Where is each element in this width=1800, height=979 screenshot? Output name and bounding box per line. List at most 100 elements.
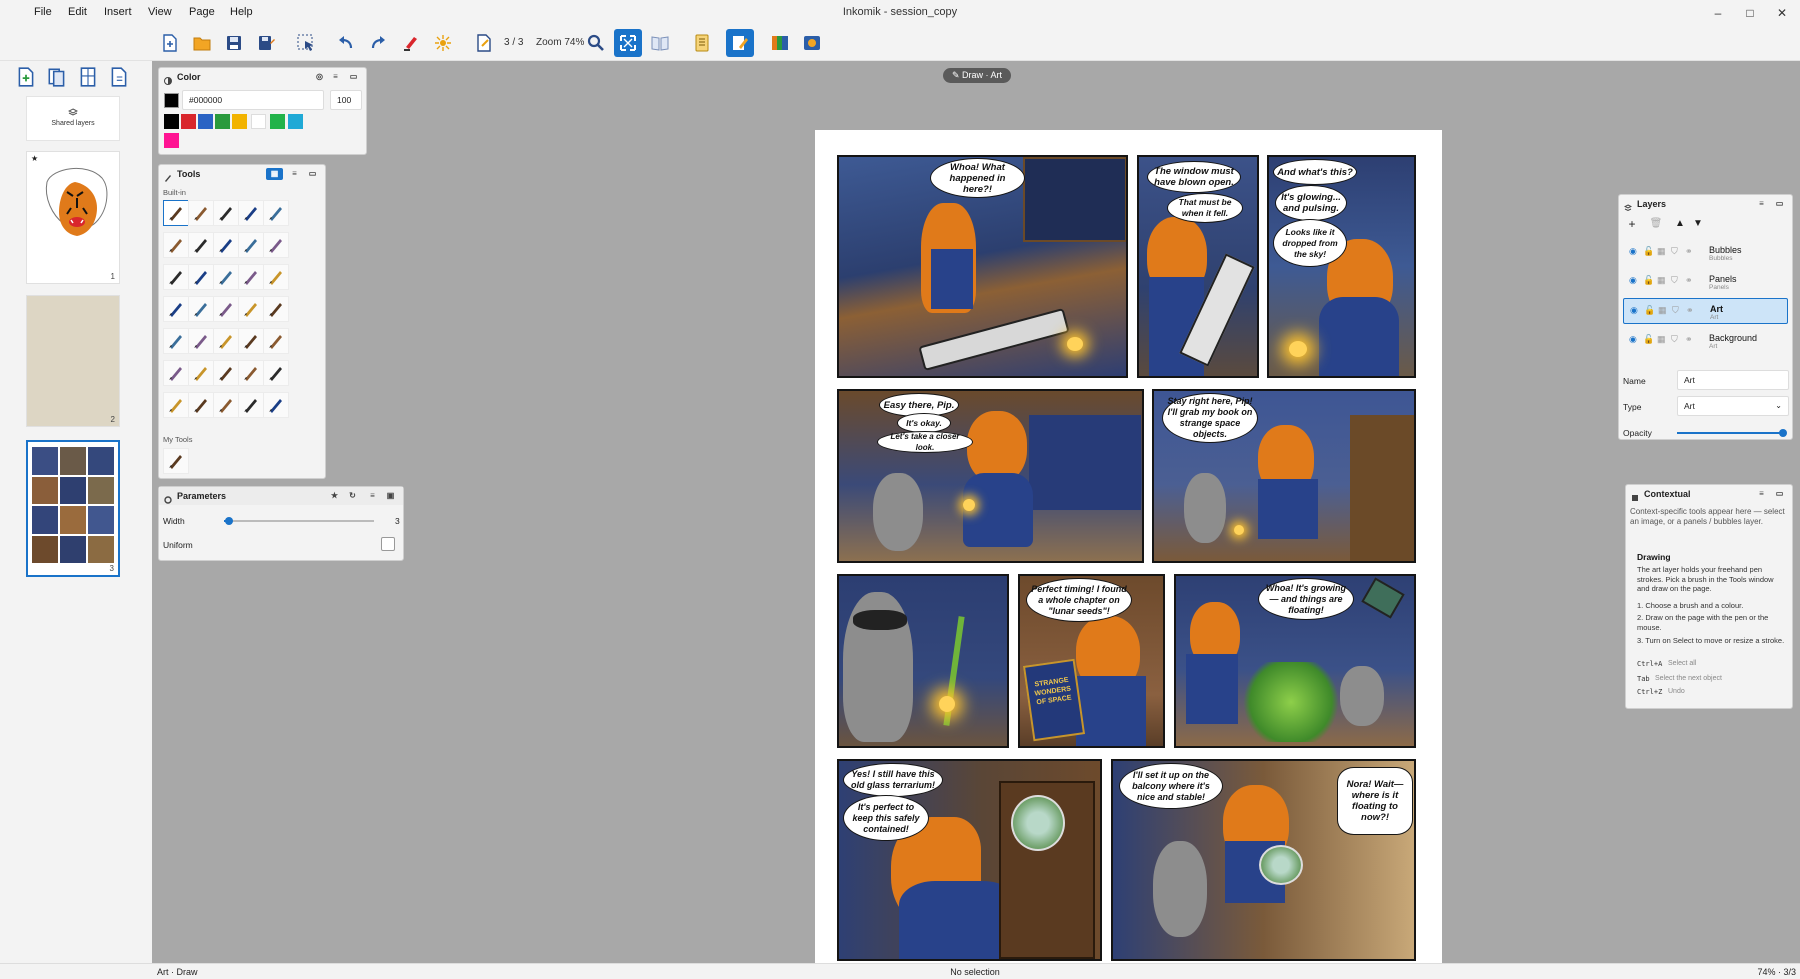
maximize-button[interactable]: □	[1732, 0, 1768, 25]
brush-tool-26[interactable]	[163, 360, 189, 386]
speech-bubble[interactable]: Stay right here, Pip! I'll grab my book …	[1162, 393, 1258, 443]
select-tool-icon[interactable]	[292, 29, 320, 57]
panel-collapse-icon[interactable]: ▭	[347, 71, 360, 83]
color-opacity-input[interactable]: 100	[330, 90, 362, 110]
link-icon[interactable]: ⚭	[1686, 305, 1695, 315]
panel-menu-icon[interactable]: ≡	[1755, 198, 1768, 210]
page-thumbnail-1[interactable]: ★ 1	[26, 151, 120, 284]
panel-collapse-icon[interactable]: ▭	[1773, 198, 1786, 210]
menu-view[interactable]: View	[146, 0, 174, 25]
minimize-button[interactable]: –	[1700, 0, 1736, 25]
brush-tool-6[interactable]	[163, 232, 189, 258]
speech-bubble[interactable]: Looks like it dropped from the sky!	[1273, 219, 1347, 267]
current-color-swatch[interactable]	[164, 93, 179, 108]
brush-tool-25[interactable]	[263, 328, 289, 354]
page-settings-icon[interactable]	[106, 64, 132, 90]
uniform-checkbox[interactable]	[381, 537, 395, 551]
comic-panel-7[interactable]: STRANGE WONDERS OF SPACE Perfect timing!…	[1018, 574, 1165, 748]
lock-icon[interactable]: 🔓	[1643, 334, 1654, 344]
link-icon[interactable]: ⚭	[1685, 275, 1694, 285]
menu-edit[interactable]: Edit	[66, 0, 89, 25]
brush-tool-33[interactable]	[213, 392, 239, 418]
star-icon[interactable]: ★	[328, 490, 341, 502]
brush-tool-21[interactable]	[163, 328, 189, 354]
brush-tool-3[interactable]	[213, 200, 239, 226]
brush-tool-19[interactable]	[238, 296, 264, 322]
brush-tool-31[interactable]	[163, 392, 189, 418]
visibility-eye-icon[interactable]: ◉	[1630, 305, 1639, 315]
panel-menu-icon[interactable]: ≡	[329, 71, 342, 83]
close-button[interactable]: ✕	[1764, 0, 1800, 25]
menu-page[interactable]: Page	[187, 0, 217, 25]
layer-name-input[interactable]: Art	[1677, 370, 1789, 390]
brush-tool-27[interactable]	[188, 360, 214, 386]
brush-tool-2[interactable]	[188, 200, 214, 226]
eyedropper-icon[interactable]: ◎	[313, 71, 326, 83]
width-slider-track[interactable]	[224, 520, 374, 522]
link-icon[interactable]: ⚭	[1685, 334, 1694, 344]
lock-icon[interactable]: 🔓	[1643, 246, 1654, 256]
brush-tool-35[interactable]	[263, 392, 289, 418]
layer-row-art[interactable]: ◉ 🔓 ▦ ⛉ ⚭ Art Art	[1623, 298, 1788, 324]
swatch-magenta[interactable]	[164, 133, 179, 148]
cart-icon[interactable]: ⛉	[1671, 334, 1680, 344]
brush-tool-10[interactable]	[263, 232, 289, 258]
comic-panel-10[interactable]: I'll set it up on the balcony where it's…	[1111, 759, 1416, 961]
swatch-green[interactable]	[215, 114, 230, 129]
zoom-icon[interactable]	[582, 29, 610, 57]
brush-tool-7[interactable]	[188, 232, 214, 258]
grid-icon[interactable]: ▦	[1657, 334, 1666, 344]
brush-tool-34[interactable]	[238, 392, 264, 418]
effects-icon[interactable]	[429, 29, 457, 57]
brush-tool-20[interactable]	[263, 296, 289, 322]
page-thumbnail-2[interactable]: 2	[26, 295, 120, 427]
brush-tool-13[interactable]	[213, 264, 239, 290]
comic-panel-2[interactable]: The window must have blown open. That mu…	[1137, 155, 1259, 378]
swatch-yellow[interactable]	[232, 114, 247, 129]
cart-icon[interactable]: ⛉	[1672, 305, 1681, 315]
shout-bubble[interactable]: Nora! Wait— where is it floating to now?…	[1337, 767, 1413, 835]
eraser-brush-icon[interactable]	[397, 29, 425, 57]
undo-icon[interactable]	[332, 29, 360, 57]
brush-tool-12[interactable]	[188, 264, 214, 290]
comic-page[interactable]: Whoa! What happened in here?! The window…	[815, 130, 1442, 979]
layer-row-bubbles[interactable]: ◉ 🔓 ▦ ⛉ ⚭ Bubbles Bubbles	[1623, 240, 1788, 266]
list-view-icon[interactable]: ≡	[288, 168, 301, 180]
brush-tool-18[interactable]	[213, 296, 239, 322]
layer-row-background[interactable]: ◉ 🔓 ▦ ⛉ ⚭ Background Art	[1623, 328, 1788, 354]
brush-tool-29[interactable]	[238, 360, 264, 386]
brush-tool-5[interactable]	[263, 200, 289, 226]
visibility-eye-icon[interactable]: ◉	[1629, 246, 1638, 256]
lock-icon[interactable]: 🔓	[1644, 305, 1655, 315]
swatch-cyan[interactable]	[288, 114, 303, 129]
grid-icon[interactable]: ▦	[1658, 305, 1667, 315]
add-layer-icon[interactable]: +	[1625, 217, 1639, 231]
speech-bubble[interactable]: It's okay.	[897, 413, 951, 433]
speech-bubble[interactable]: That must be when it fell.	[1167, 193, 1243, 223]
speech-bubble[interactable]: The window must have blown open.	[1147, 161, 1241, 193]
fit-page-icon[interactable]	[614, 29, 642, 57]
add-page-icon[interactable]	[13, 64, 39, 90]
hex-color-input[interactable]: #000000	[182, 90, 324, 110]
grid-icon[interactable]: ▦	[1657, 275, 1666, 285]
speech-bubble[interactable]: I'll set it up on the balcony where it's…	[1119, 763, 1223, 809]
page-navigator-icon[interactable]	[470, 29, 498, 57]
brush-tool-15[interactable]	[263, 264, 289, 290]
color-grading-icon[interactable]	[766, 29, 794, 57]
brush-tool-9[interactable]	[238, 232, 264, 258]
swatch-light-green[interactable]	[270, 114, 285, 129]
comic-panel-6[interactable]	[837, 574, 1009, 748]
visibility-eye-icon[interactable]: ◉	[1629, 334, 1638, 344]
speech-bubble[interactable]: And what's this?	[1273, 159, 1357, 185]
brush-tool-28[interactable]	[213, 360, 239, 386]
swatch-red[interactable]	[181, 114, 196, 129]
move-layer-down-icon[interactable]: ▼	[1691, 217, 1705, 231]
brush-tool-24[interactable]	[238, 328, 264, 354]
comic-panel-9[interactable]: Yes! I still have this old glass terrari…	[837, 759, 1102, 961]
page-thumbnail-3[interactable]: 3	[26, 440, 120, 577]
menu-file[interactable]: File	[32, 0, 54, 25]
script-icon[interactable]	[688, 29, 716, 57]
save-icon[interactable]	[220, 29, 248, 57]
speech-bubble[interactable]: It's glowing... and pulsing.	[1275, 185, 1347, 221]
speech-bubble[interactable]: Whoa! What happened in here?!	[930, 158, 1025, 198]
